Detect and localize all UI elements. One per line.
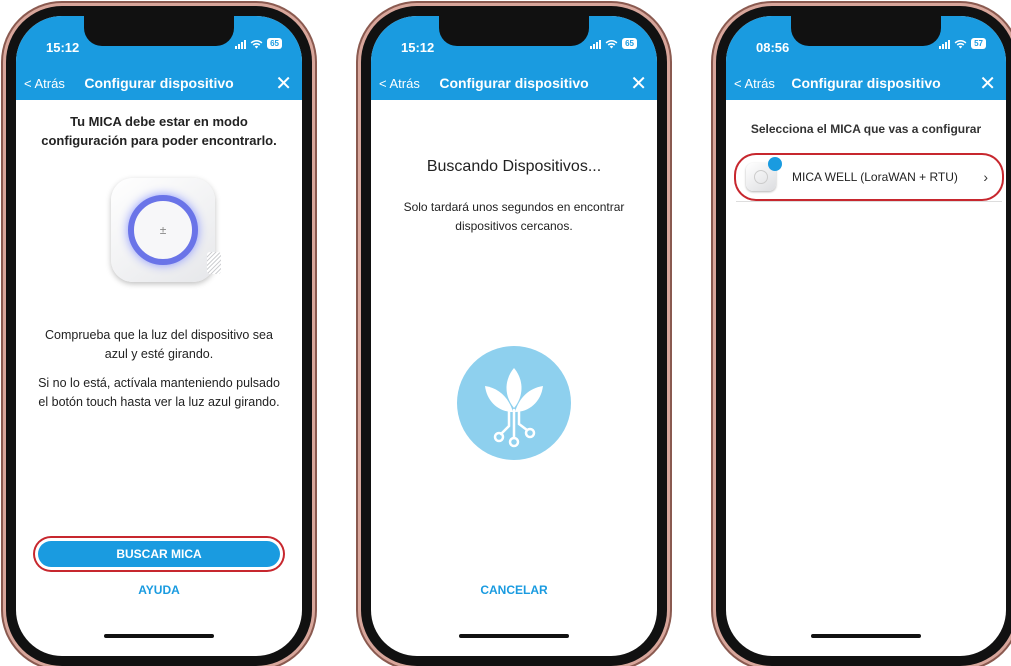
cancel-link[interactable]: CANCELAR xyxy=(371,583,657,597)
nav-bar: < Atrás Configurar dispositivo ✕ xyxy=(726,72,1006,100)
device-thumbnail xyxy=(746,157,782,191)
divider xyxy=(736,201,1002,202)
nav-title: Configurar dispositivo xyxy=(439,75,589,91)
device-label: MICA WELL (LoraWAN + RTU) xyxy=(792,170,958,184)
search-mica-button[interactable]: BUSCAR MICA xyxy=(38,541,280,567)
device-ring xyxy=(754,170,768,184)
instruction-text-1: Comprueba que la luz del dispositivo sea… xyxy=(45,328,273,361)
wifi-icon xyxy=(250,39,263,48)
screen-1: 15:12 65 < Atrás Configurar dispositivo … xyxy=(16,16,302,656)
content: Tu MICA debe estar en modo configuración… xyxy=(16,100,302,656)
nav-title: Configurar dispositivo xyxy=(791,75,941,91)
content: Selecciona el MICA que vas a configurar … xyxy=(726,100,1006,656)
help-link[interactable]: AYUDA xyxy=(16,583,302,597)
searching-title: Buscando Dispositivos... xyxy=(426,158,602,175)
notch xyxy=(439,16,589,46)
device-light-ring: ± xyxy=(128,195,198,265)
battery-icon: 57 xyxy=(971,38,986,49)
close-icon[interactable]: ✕ xyxy=(630,72,647,96)
device-badge-icon xyxy=(768,157,782,171)
mica-device-image: ± xyxy=(111,178,221,282)
nav-bar: < Atrás Configurar dispositivo ✕ xyxy=(16,72,302,100)
wifi-icon xyxy=(605,39,618,48)
notch xyxy=(84,16,234,46)
signal-icon xyxy=(590,39,602,49)
phone-2: 15:12 65 < Atrás Configurar dispositivo … xyxy=(361,6,667,666)
select-heading: Selecciona el MICA que vas a configurar xyxy=(750,122,982,136)
home-indicator[interactable] xyxy=(811,634,921,638)
status-bar: 15:12 65 xyxy=(16,16,302,72)
status-bar: 08:56 57 xyxy=(726,16,1006,72)
device-list-item[interactable]: MICA WELL (LoraWAN + RTU) › xyxy=(736,155,1002,199)
content: Buscando Dispositivos... Solo tardará un… xyxy=(371,100,657,656)
instruction-text-2: Si no lo está, actívala manteniendo puls… xyxy=(38,376,280,409)
chevron-right-icon: › xyxy=(983,169,988,185)
device-vent xyxy=(207,252,221,274)
home-indicator[interactable] xyxy=(459,634,569,638)
home-indicator[interactable] xyxy=(104,634,214,638)
close-icon[interactable]: ✕ xyxy=(979,72,996,96)
status-time: 08:56 xyxy=(756,40,790,55)
notch xyxy=(791,16,941,46)
screen-2: 15:12 65 < Atrás Configurar dispositivo … xyxy=(371,16,657,656)
battery-icon: 65 xyxy=(622,38,637,49)
wifi-icon xyxy=(954,39,967,48)
phone-1: 15:12 65 < Atrás Configurar dispositivo … xyxy=(6,6,312,666)
mica-logo-icon xyxy=(457,346,571,460)
screen-3: 08:56 57 < Atrás Configurar dispositivo … xyxy=(726,16,1006,656)
status-icons: 57 xyxy=(939,38,986,49)
nav-bar: < Atrás Configurar dispositivo ✕ xyxy=(371,72,657,100)
signal-icon xyxy=(235,39,247,49)
status-time: 15:12 xyxy=(46,40,80,55)
nav-title: Configurar dispositivo xyxy=(84,75,234,91)
battery-icon: 65 xyxy=(267,38,282,49)
instruction-heading: Tu MICA debe estar en modo configuración… xyxy=(41,114,277,148)
searching-text: Solo tardará unos segundos en encontrar … xyxy=(403,200,625,233)
status-bar: 15:12 65 xyxy=(371,16,657,72)
phone-3: 08:56 57 < Atrás Configurar dispositivo … xyxy=(716,6,1011,666)
close-icon[interactable]: ✕ xyxy=(275,72,292,96)
status-icons: 65 xyxy=(590,38,637,49)
status-icons: 65 xyxy=(235,38,282,49)
status-time: 15:12 xyxy=(401,40,435,55)
signal-icon xyxy=(939,39,951,49)
device-touch-icon: ± xyxy=(159,223,167,237)
